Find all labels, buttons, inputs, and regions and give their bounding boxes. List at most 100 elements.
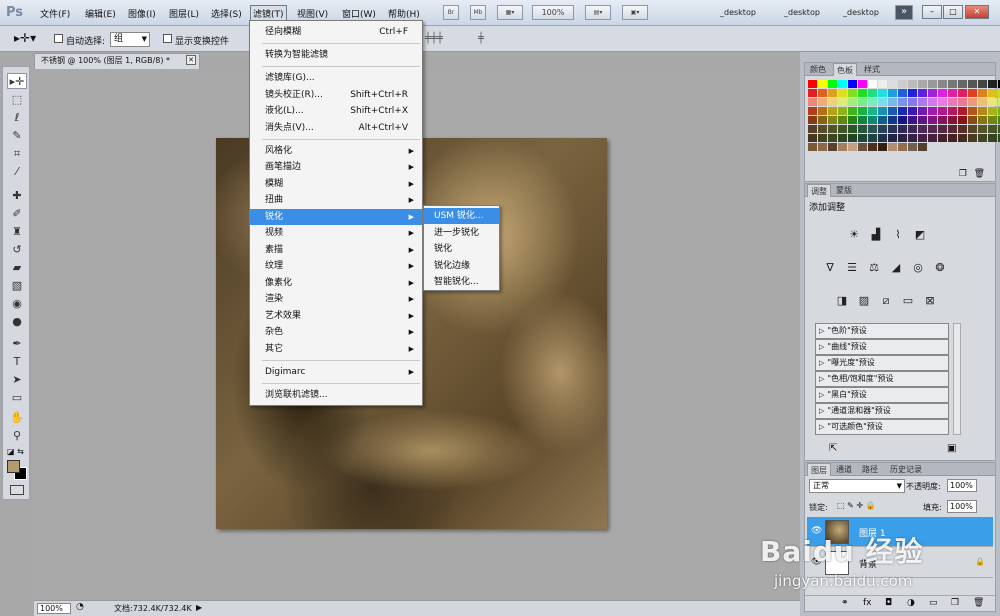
lock-icons[interactable]: ⬚ ✎ ✛ 🔒 <box>837 501 876 510</box>
color-swatch[interactable] <box>948 89 957 97</box>
color-swatch[interactable] <box>818 80 827 88</box>
selective-color-icon[interactable]: ⊠ <box>921 294 939 308</box>
color-swatch[interactable] <box>868 98 877 106</box>
foreground-color-swatch[interactable] <box>7 460 20 473</box>
tab-masks[interactable]: 蒙版 <box>833 184 855 197</box>
color-swatch[interactable] <box>918 98 927 106</box>
color-swatch[interactable] <box>908 143 917 151</box>
color-swatch[interactable] <box>828 98 837 106</box>
color-swatch[interactable] <box>898 134 907 142</box>
menu-item-radial-blur[interactable]: 径向模糊 Ctrl+F <box>250 24 422 40</box>
menu-item-noise[interactable]: 杂色 ▶ <box>250 324 422 340</box>
menu-select[interactable]: 选择(S) <box>209 6 244 21</box>
color-swatch[interactable] <box>988 134 997 142</box>
auto-select-dropdown[interactable]: 组 ▼ <box>110 32 150 47</box>
color-swatch[interactable] <box>958 116 967 124</box>
color-swatch[interactable] <box>968 107 977 115</box>
color-swatch[interactable] <box>808 107 817 115</box>
lasso-tool-icon[interactable]: ℓ <box>7 110 27 126</box>
pen-tool-icon[interactable]: ✒ <box>7 336 27 352</box>
color-swatch[interactable] <box>928 116 937 124</box>
color-swatch[interactable] <box>898 143 907 151</box>
color-swatch[interactable] <box>938 134 947 142</box>
menu-item-blur[interactable]: 模糊 ▶ <box>250 176 422 192</box>
menu-item-digimarc[interactable]: Digimarc ▶ <box>250 364 422 380</box>
color-swatch[interactable] <box>888 98 897 106</box>
menu-item-distort[interactable]: 扭曲 ▶ <box>250 192 422 208</box>
color-swatch[interactable] <box>868 89 877 97</box>
shape-tool-icon[interactable]: ▭ <box>7 390 27 406</box>
color-swatch[interactable] <box>988 98 997 106</box>
color-swatch[interactable] <box>838 125 847 133</box>
color-swatch[interactable] <box>938 80 947 88</box>
menu-item-artistic[interactable]: 艺术效果 ▶ <box>250 308 422 324</box>
color-swatch[interactable] <box>818 143 827 151</box>
color-swatch[interactable] <box>918 143 927 151</box>
color-swatch[interactable] <box>878 80 887 88</box>
color-swatch[interactable] <box>918 134 927 142</box>
color-swatch[interactable] <box>808 125 817 133</box>
menu-item-browse-online-filters[interactable]: 浏览联机滤镜... <box>250 387 422 403</box>
color-swatch[interactable] <box>888 143 897 151</box>
clone-stamp-tool-icon[interactable]: ♜ <box>7 224 27 240</box>
blur-tool-icon[interactable]: ◉ <box>7 296 27 312</box>
tab-adjustments[interactable]: 调整 <box>807 184 831 197</box>
color-swatch[interactable] <box>908 89 917 97</box>
color-swatch[interactable] <box>978 116 987 124</box>
color-swatch[interactable] <box>888 80 897 88</box>
hue-saturation-icon[interactable]: ☰ <box>843 261 861 275</box>
color-swatch[interactable] <box>838 80 847 88</box>
color-swatch[interactable] <box>828 125 837 133</box>
color-swatch[interactable] <box>968 89 977 97</box>
submenu-item-unsharp-mask[interactable]: USM 锐化... <box>424 208 499 224</box>
color-swatch[interactable] <box>808 98 817 106</box>
default-colors-icon[interactable]: ◪ ⇆ <box>7 447 24 456</box>
color-swatch[interactable] <box>868 134 877 142</box>
arrange-documents-button[interactable]: ▤▾ <box>585 5 611 20</box>
color-swatch[interactable] <box>898 89 907 97</box>
menu-item-vanishing-point[interactable]: 消失点(V)... Alt+Ctrl+V <box>250 120 422 136</box>
align-icons[interactable]: ╪╪╪ <box>425 33 443 44</box>
color-swatch[interactable] <box>908 134 917 142</box>
color-swatch[interactable] <box>878 98 887 106</box>
color-swatch[interactable] <box>888 116 897 124</box>
color-swatch[interactable] <box>888 125 897 133</box>
color-swatch[interactable] <box>818 107 827 115</box>
color-swatch[interactable] <box>948 107 957 115</box>
color-swatch[interactable] <box>838 134 847 142</box>
menu-item-pixelate[interactable]: 像素化 ▶ <box>250 275 422 291</box>
eraser-tool-icon[interactable]: ▰ <box>7 260 27 276</box>
status-zoom-field[interactable]: 100% <box>37 603 71 614</box>
color-swatch[interactable] <box>818 125 827 133</box>
workspace-3[interactable]: _desktop <box>843 8 879 17</box>
trash-icon[interactable]: 🗑 <box>974 169 985 179</box>
return-to-list-icon[interactable]: ⇱ <box>829 443 837 454</box>
move-tool-icon[interactable]: ▸✛ <box>7 73 27 89</box>
curves-icon[interactable]: ⌇ <box>889 228 907 242</box>
presets-scrollbar[interactable] <box>953 323 961 435</box>
color-swatch[interactable] <box>848 89 857 97</box>
color-balance-icon[interactable]: ⚖ <box>865 261 883 275</box>
color-swatch[interactable] <box>858 125 867 133</box>
tab-layers[interactable]: 图层 <box>807 463 831 476</box>
color-swatch[interactable] <box>958 134 967 142</box>
color-swatch[interactable] <box>938 98 947 106</box>
show-transform-checkbox[interactable] <box>163 34 172 43</box>
color-swatch[interactable] <box>978 134 987 142</box>
color-swatch[interactable] <box>818 89 827 97</box>
exposure-icon[interactable]: ◩ <box>911 228 929 242</box>
document-tab[interactable]: 不锈钢 @ 100% (图层 1, RGB/8) * ✕ <box>34 53 200 69</box>
color-swatch[interactable] <box>938 89 947 97</box>
tab-styles[interactable]: 样式 <box>861 63 883 76</box>
levels-icon[interactable]: ▟ <box>867 228 885 242</box>
color-swatch[interactable] <box>848 116 857 124</box>
color-swatch[interactable] <box>928 125 937 133</box>
color-swatch[interactable] <box>918 89 927 97</box>
hand-tool-icon[interactable]: ✋ <box>7 410 27 426</box>
color-swatch[interactable] <box>978 98 987 106</box>
preset-levels[interactable]: ▷ "色阶"预设 <box>815 323 949 339</box>
dodge-tool-icon[interactable]: ● <box>7 314 27 330</box>
color-swatch[interactable] <box>808 80 817 88</box>
menu-item-stylize[interactable]: 风格化 ▶ <box>250 143 422 159</box>
color-swatch[interactable] <box>828 143 837 151</box>
